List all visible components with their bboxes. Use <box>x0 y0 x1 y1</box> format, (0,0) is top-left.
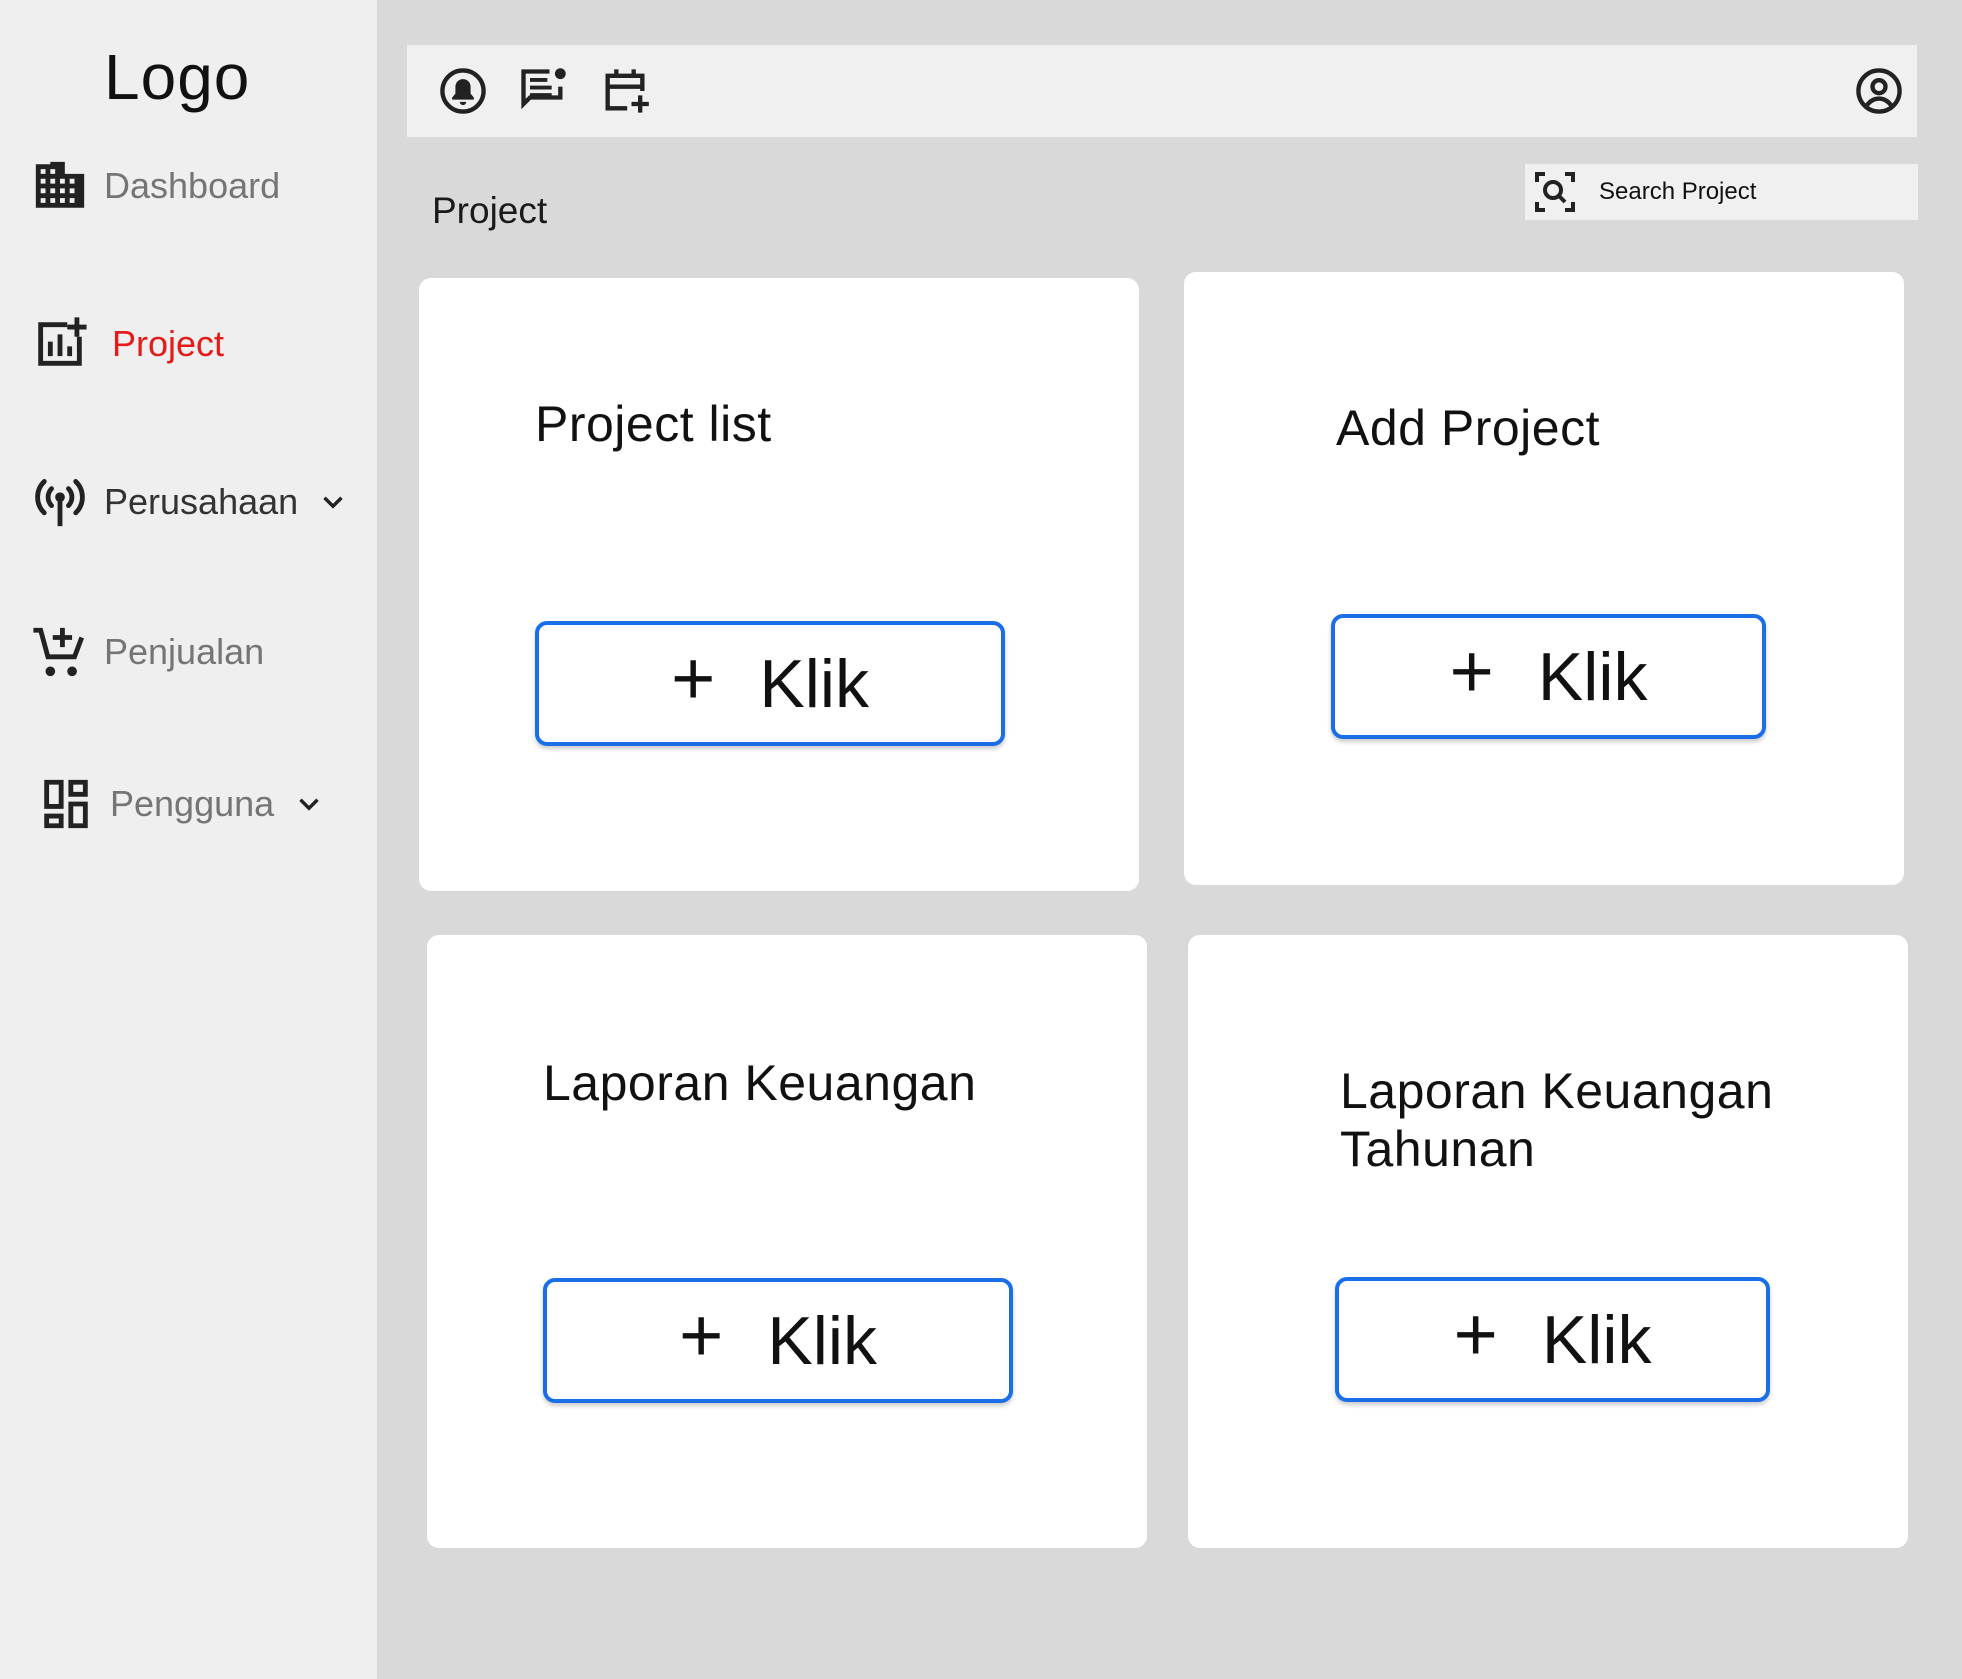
app: Logo Dashboard Project Perusahaan Penjua… <box>0 0 1962 1679</box>
sidebar-item-dashboard[interactable]: Dashboard <box>30 156 280 216</box>
card-project-list: Project list + Klik <box>419 278 1139 891</box>
klik-button[interactable]: + Klik <box>1331 614 1766 739</box>
sidebar-item-label: Dashboard <box>104 165 281 206</box>
card-title: Project list <box>535 396 772 452</box>
sidebar-item-label: Penjualan <box>104 631 265 672</box>
chart-add-icon <box>30 314 90 374</box>
klik-button[interactable]: + Klik <box>543 1278 1013 1403</box>
card-add-project: Add Project + Klik <box>1184 272 1904 885</box>
card-title: Add Project <box>1336 400 1600 456</box>
card-laporan-keuangan: Laporan Keuangan + Klik <box>427 935 1147 1548</box>
cart-add-icon <box>30 622 90 682</box>
sidebar-item-project[interactable]: Project <box>30 314 224 374</box>
search-input[interactable] <box>1599 178 1889 206</box>
building-icon <box>30 156 90 216</box>
klik-button-label: Klik <box>767 1302 877 1379</box>
sidebar-item-pengguna[interactable]: Pengguna <box>36 774 326 834</box>
klik-button[interactable]: + Klik <box>1335 1277 1770 1402</box>
klik-button-label: Klik <box>759 645 869 722</box>
plus-icon: + <box>1449 628 1494 714</box>
card-title: Laporan Keuangan <box>543 1055 977 1111</box>
sidebar-item-label: Pengguna <box>110 783 275 824</box>
calendar-add-icon[interactable] <box>599 65 651 117</box>
sidebar-item-label: Project <box>112 323 225 364</box>
chevron-down-icon[interactable] <box>316 485 350 519</box>
top-bar <box>407 45 1917 137</box>
logo[interactable]: Logo <box>104 40 250 114</box>
plus-icon: + <box>679 1292 724 1378</box>
dashboard-grid-icon <box>36 774 96 834</box>
plus-icon: + <box>671 635 716 721</box>
antenna-icon <box>30 472 90 532</box>
search-bar[interactable] <box>1525 164 1918 220</box>
sidebar: Logo Dashboard Project Perusahaan Penjua… <box>0 0 377 1679</box>
card-title: Laporan Keuangan Tahunan <box>1340 1063 1774 1177</box>
plus-icon: + <box>1453 1291 1498 1377</box>
page-title: Project <box>432 190 548 231</box>
klik-button-label: Klik <box>1541 1301 1652 1378</box>
sidebar-item-label: Perusahaan <box>104 481 299 522</box>
chat-icon[interactable] <box>517 65 569 117</box>
sidebar-item-perusahaan[interactable]: Perusahaan <box>30 472 350 532</box>
klik-button[interactable]: + Klik <box>535 621 1005 746</box>
sidebar-item-penjualan[interactable]: Penjualan <box>30 622 264 682</box>
klik-button-label: Klik <box>1537 638 1648 715</box>
account-icon[interactable] <box>1853 65 1905 117</box>
chevron-down-icon[interactable] <box>292 787 326 821</box>
alarm-icon[interactable] <box>437 65 489 117</box>
card-laporan-keuangan-tahunan: Laporan Keuangan Tahunan + Klik <box>1188 935 1908 1548</box>
search-icon[interactable] <box>1531 168 1579 216</box>
